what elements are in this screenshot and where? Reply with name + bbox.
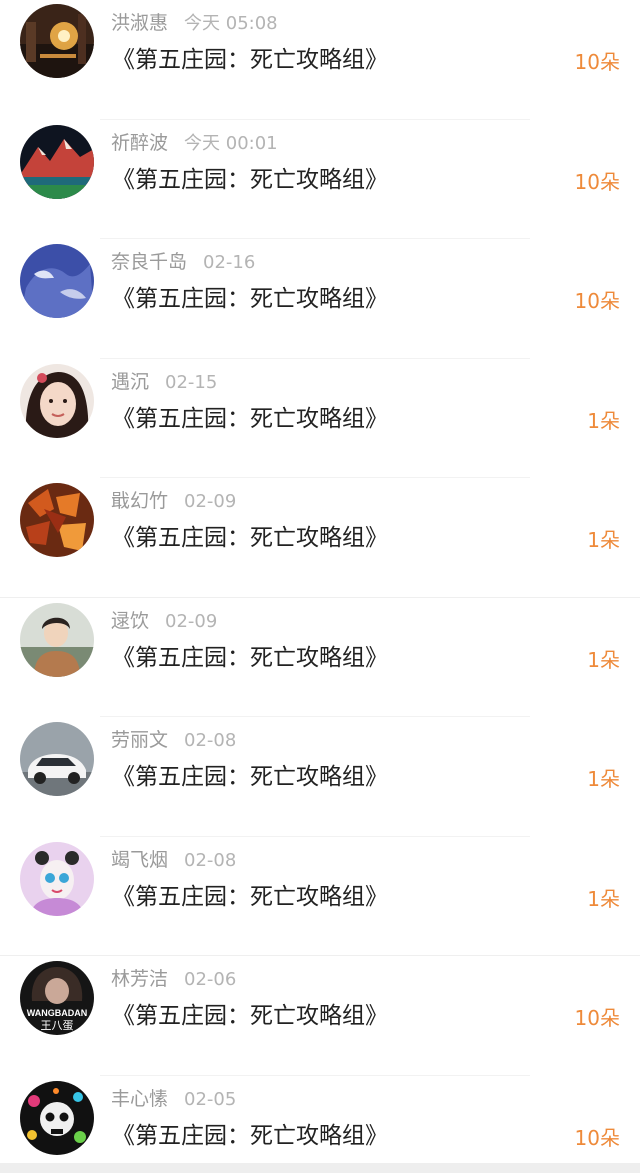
avatar[interactable] xyxy=(20,244,94,318)
user-name[interactable]: 劳丽文 xyxy=(111,729,168,751)
timestamp: 02-06 xyxy=(184,969,237,990)
flower-count: 10朵 xyxy=(574,1125,620,1150)
book-title: 《第五庄园：死亡攻略组》 xyxy=(112,47,388,73)
user-name[interactable]: 戢幻竹 xyxy=(111,490,168,512)
colorful-skull-avatar xyxy=(20,1080,94,1155)
user-name[interactable]: 洪淑惠 xyxy=(111,12,168,34)
flower-count: 1朵 xyxy=(587,767,620,791)
avatar[interactable] xyxy=(20,124,94,199)
mountain-landscape-avatar xyxy=(20,124,94,199)
book-title: 《第五庄园：死亡攻略组》 xyxy=(112,764,388,790)
flower-count: 1朵 xyxy=(587,528,620,552)
user-meta: 林芳洁 02-06 xyxy=(111,966,236,993)
user-name[interactable]: 逯饮 xyxy=(111,610,149,632)
avatar[interactable] xyxy=(20,841,94,916)
avatar[interactable] xyxy=(20,4,94,78)
list-item[interactable]: 丰心愫 02-05 《第五庄园：死亡攻略组》 10朵 xyxy=(0,1076,640,1164)
night-cityscape-avatar xyxy=(20,4,94,78)
timestamp: 今天 00:01 xyxy=(184,132,278,154)
list-item[interactable]: 竭飞烟 02-08 《第五庄园：死亡攻略组》 1朵 xyxy=(0,837,640,956)
user-name[interactable]: 祈醉波 xyxy=(111,132,168,154)
user-name[interactable]: 遇沉 xyxy=(111,371,149,393)
avatar-logo-text: WANGBADAN xyxy=(27,1008,88,1018)
blue-illustration-avatar xyxy=(20,244,94,318)
flower-count: 10朵 xyxy=(574,169,620,194)
avatar[interactable] xyxy=(20,483,94,557)
flower-count: 1朵 xyxy=(587,647,620,672)
timestamp: 02-09 xyxy=(165,610,218,632)
avatar[interactable]: WANGBADAN 王八蛋 xyxy=(20,961,94,1035)
user-meta: 丰心愫 02-05 xyxy=(111,1086,236,1113)
flower-count: 10朵 xyxy=(574,1006,620,1030)
timestamp: 02-08 xyxy=(184,849,237,871)
timestamp: 今天 05:08 xyxy=(184,13,278,34)
user-meta: 劳丽文 02-08 xyxy=(111,727,236,754)
book-title: 《第五庄园：死亡攻略组》 xyxy=(112,525,388,551)
flower-count: 10朵 xyxy=(574,50,620,74)
user-name[interactable]: 竭飞烟 xyxy=(111,849,168,871)
list-item[interactable]: 奈良千岛 02-16 《第五庄园：死亡攻略组》 10朵 xyxy=(0,239,640,359)
user-meta: 竭飞烟 02-08 xyxy=(111,847,236,874)
list-item[interactable]: 劳丽文 02-08 《第五庄园：死亡攻略组》 1朵 xyxy=(0,717,640,837)
autumn-leaves-avatar xyxy=(20,483,94,557)
user-meta: 奈良千岛 02-16 xyxy=(111,249,255,276)
gift-list: 洪淑惠 今天 05:08 《第五庄园：死亡攻略组》 10朵 祈醉波 今天 00:01… xyxy=(0,0,640,1173)
flower-count: 10朵 xyxy=(574,289,620,313)
avatar[interactable] xyxy=(20,1080,94,1155)
book-title: 《第五庄园：死亡攻略组》 xyxy=(112,286,388,312)
book-title: 《第五庄园：死亡攻略组》 xyxy=(112,405,388,432)
man-portrait-avatar xyxy=(20,602,94,677)
avatar-logo-subtext: 王八蛋 xyxy=(41,1019,74,1032)
bottom-separator xyxy=(0,1163,640,1173)
cartoon-girl-avatar xyxy=(20,841,94,916)
list-item[interactable]: 戢幻竹 02-09 《第五庄园：死亡攻略组》 1朵 xyxy=(0,478,640,598)
list-item[interactable]: 遇沉 02-15 《第五庄园：死亡攻略组》 1朵 xyxy=(0,359,640,478)
book-title: 《第五庄园：死亡攻略组》 xyxy=(112,166,388,193)
book-title: 《第五庄园：死亡攻略组》 xyxy=(112,1003,388,1029)
user-meta: 洪淑惠 今天 05:08 xyxy=(111,10,278,37)
user-meta: 逯饮 02-09 xyxy=(111,608,217,635)
user-meta: 祈醉波 今天 00:01 xyxy=(111,130,278,157)
white-car-avatar xyxy=(20,722,94,796)
list-item[interactable]: 祈醉波 今天 00:01 《第五庄园：死亡攻略组》 10朵 xyxy=(0,120,640,239)
user-meta: 戢幻竹 02-09 xyxy=(111,488,236,515)
girl-portrait-avatar xyxy=(20,363,94,438)
wangbadan-avatar: WANGBADAN 王八蛋 xyxy=(20,961,94,1035)
user-name[interactable]: 奈良千岛 xyxy=(111,251,187,273)
timestamp: 02-08 xyxy=(184,730,237,751)
book-title: 《第五庄园：死亡攻略组》 xyxy=(112,883,388,910)
user-name[interactable]: 林芳洁 xyxy=(111,968,168,990)
timestamp: 02-16 xyxy=(203,252,256,273)
list-item[interactable]: 逯饮 02-09 《第五庄园：死亡攻略组》 1朵 xyxy=(0,598,640,717)
timestamp: 02-05 xyxy=(184,1088,237,1110)
flower-count: 1朵 xyxy=(587,886,620,911)
user-name[interactable]: 丰心愫 xyxy=(111,1088,168,1110)
avatar[interactable] xyxy=(20,363,94,438)
user-meta: 遇沉 02-15 xyxy=(111,369,217,396)
avatar[interactable] xyxy=(20,722,94,796)
book-title: 《第五庄园：死亡攻略组》 xyxy=(112,1122,388,1149)
list-item[interactable]: WANGBADAN 王八蛋 林芳洁 02-06 《第五庄园：死亡攻略组》 10朵 xyxy=(0,956,640,1076)
book-title: 《第五庄园：死亡攻略组》 xyxy=(112,644,388,671)
timestamp: 02-15 xyxy=(165,371,218,393)
flower-count: 1朵 xyxy=(587,408,620,433)
timestamp: 02-09 xyxy=(184,491,237,512)
avatar[interactable] xyxy=(20,602,94,677)
list-item[interactable]: 洪淑惠 今天 05:08 《第五庄园：死亡攻略组》 10朵 xyxy=(0,0,640,120)
